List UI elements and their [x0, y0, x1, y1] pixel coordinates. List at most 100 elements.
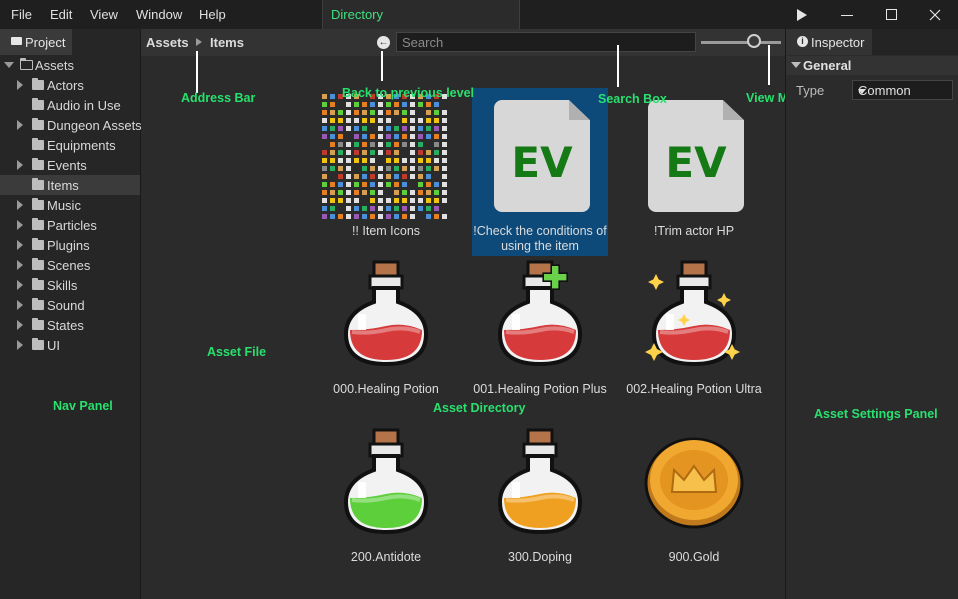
chevron-right-icon[interactable]: [17, 300, 23, 310]
chevron-right-icon[interactable]: [17, 280, 23, 290]
view-mode-slider[interactable]: [701, 41, 781, 44]
breadcrumb-items[interactable]: Items: [210, 35, 244, 50]
sidebar-item-states[interactable]: States: [0, 315, 140, 335]
asset-file[interactable]: 900.Gold: [626, 414, 762, 582]
project-tab[interactable]: Project: [0, 29, 72, 55]
project-tab-label: Project: [25, 35, 66, 50]
asset-file[interactable]: 000.Healing Potion: [318, 246, 454, 414]
folder-icon: [32, 78, 44, 90]
annotation-asset-directory: Asset Directory: [433, 401, 526, 415]
potion-icon: [336, 424, 436, 542]
menu-help[interactable]: Help: [199, 7, 226, 22]
asset-file-name: !Trim actor HP: [653, 224, 735, 238]
asset-file[interactable]: EV !Check the conditions of using the ite…: [472, 88, 608, 256]
event-script-icon: EV: [490, 98, 590, 216]
asset-file-name: 200.Antidote: [350, 550, 422, 564]
asset-file[interactable]: 200.Antidote: [318, 414, 454, 582]
asset-file[interactable]: 300.Doping: [472, 414, 608, 582]
sidebar-item-items[interactable]: Items: [0, 175, 140, 195]
chevron-right-icon[interactable]: [17, 260, 23, 270]
chevron-right-icon[interactable]: [17, 240, 23, 250]
annotation-line-back: [381, 51, 383, 81]
sidebar-item-label: UI: [47, 338, 60, 353]
sidebar-item-label: Music: [47, 198, 81, 213]
sidebar-item-ui[interactable]: UI: [0, 335, 140, 355]
chevron-right-icon[interactable]: [17, 340, 23, 350]
inspector-tab-bar: i Inspector: [786, 29, 958, 55]
sidebar-item-label: Items: [47, 178, 79, 193]
potion-icon: [490, 256, 590, 374]
chevron-right-icon[interactable]: [17, 160, 23, 170]
chevron-right-icon[interactable]: [17, 80, 23, 90]
sidebar-item-scenes[interactable]: Scenes: [0, 255, 140, 275]
sidebar-item-label: Events: [47, 158, 87, 173]
sidebar-item-label: Audio in Use: [47, 98, 121, 113]
chevron-right-icon[interactable]: [17, 220, 23, 230]
annotation-search-box: Search Box: [598, 92, 667, 106]
sidebar-item-particles[interactable]: Particles: [0, 215, 140, 235]
info-icon: i: [797, 36, 808, 47]
inspector-tab[interactable]: i Inspector: [786, 29, 872, 55]
asset-file-name: 000.Healing Potion: [333, 382, 439, 396]
menu-view[interactable]: View: [90, 7, 118, 22]
tree-root-assets[interactable]: Assets: [0, 55, 140, 75]
menu-file[interactable]: File: [11, 7, 32, 22]
chevron-down-icon: [791, 62, 801, 68]
close-icon[interactable]: [913, 0, 957, 29]
annotation-line-address: [196, 51, 198, 93]
general-section-header[interactable]: General: [786, 56, 958, 75]
annotation-address-bar: Address Bar: [181, 91, 256, 105]
asset-file[interactable]: EV !Trim actor HP: [626, 88, 762, 256]
gold-coin-icon: [644, 424, 744, 542]
chevron-down-icon[interactable]: [4, 62, 14, 68]
caret-down-icon: [858, 89, 866, 94]
folder-icon: [32, 218, 44, 230]
asset-file[interactable]: !! Item Icons: [318, 88, 454, 256]
potion-icon: [490, 424, 590, 542]
sidebar-item-music[interactable]: Music: [0, 195, 140, 215]
folder-open-icon: [20, 58, 33, 70]
minimize-icon[interactable]: [825, 0, 869, 29]
asset-directory: Assets Items ← !! Item Icons EV!Check the…: [141, 29, 897, 599]
back-arrow-icon[interactable]: ←: [377, 36, 390, 49]
directory-tab-label: Directory: [331, 7, 384, 22]
sidebar-item-sound[interactable]: Sound: [0, 295, 140, 315]
directory-tab[interactable]: Directory: [322, 0, 520, 29]
menu-edit[interactable]: Edit: [50, 7, 72, 22]
sidebar-item-plugins[interactable]: Plugins: [0, 235, 140, 255]
sidebar-item-dungeon-assets[interactable]: Dungeon Assets: [0, 115, 142, 135]
menu-window[interactable]: Window: [136, 7, 182, 22]
inspector-tab-label: Inspector: [811, 35, 865, 50]
annotation-back: Back to previous level: [342, 86, 475, 100]
view-mode-slider-thumb[interactable]: [747, 34, 761, 48]
chevron-right-icon[interactable]: [17, 320, 23, 330]
icon-sheet-thumbnail: [322, 94, 447, 219]
play-icon[interactable]: [780, 0, 824, 29]
sidebar-item-audio-in-use[interactable]: Audio in Use: [0, 95, 140, 115]
breadcrumb-assets[interactable]: Assets: [146, 35, 189, 50]
sidebar-item-label: Scenes: [47, 258, 91, 273]
breadcrumb-separator-icon: [196, 38, 202, 46]
folder-icon: [32, 238, 44, 250]
type-select[interactable]: Common: [852, 80, 953, 100]
sidebar-item-actors[interactable]: Actors: [0, 75, 140, 95]
event-script-icon: EV: [644, 98, 744, 216]
folder-icon: [32, 98, 44, 110]
sidebar-item-label: Dungeon Assets: [47, 118, 142, 133]
asset-file[interactable]: 001.Healing Potion Plus: [472, 246, 608, 414]
sidebar-item-skills[interactable]: Skills: [0, 275, 140, 295]
sidebar-item-label: Sound: [47, 298, 85, 313]
address-bar: Assets Items ←: [141, 29, 785, 56]
sidebar-item-events[interactable]: Events: [0, 155, 140, 175]
asset-settings-panel: i Inspector General Type Common Asset Se…: [785, 29, 958, 599]
search-input[interactable]: [396, 32, 696, 52]
maximize-icon[interactable]: [869, 0, 913, 29]
asset-file-name: !! Item Icons: [351, 224, 421, 238]
asset-file-name: 300.Doping: [508, 550, 572, 564]
chevron-right-icon[interactable]: [17, 120, 23, 130]
annotation-line-view: [768, 45, 770, 85]
sidebar-item-equipments[interactable]: Equipments: [0, 135, 140, 155]
chevron-right-icon[interactable]: [17, 200, 23, 210]
asset-file[interactable]: 002.Healing Potion Ultra: [626, 246, 762, 414]
annotation-line-search: [617, 45, 619, 87]
